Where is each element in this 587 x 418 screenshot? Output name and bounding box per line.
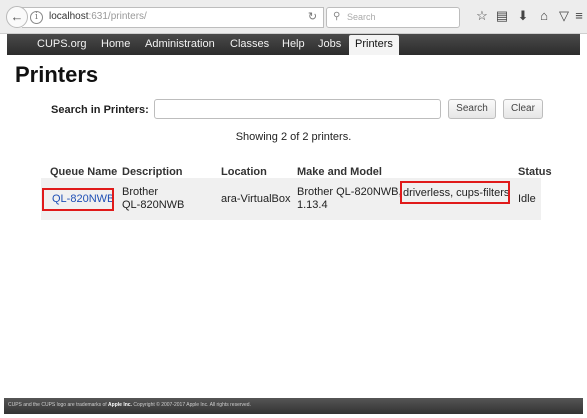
printer-search-input[interactable] (154, 99, 441, 119)
menu-icon[interactable]: ≡ (571, 8, 587, 24)
url-host: localhost (49, 11, 89, 22)
make-model-line-2: 1.13.4 (297, 199, 328, 211)
status-cell: Idle (518, 193, 536, 205)
home-icon[interactable]: ⌂ (536, 8, 552, 24)
header-location: Location (221, 166, 267, 178)
footer-apple-link[interactable]: Apple Inc. (108, 402, 132, 408)
footer-text: CUPS and the CUPS logo are trademarks of… (8, 402, 251, 408)
nav-help[interactable]: Help (282, 34, 305, 55)
nav-classes[interactable]: Classes (230, 34, 269, 55)
results-count: Showing 2 of 2 printers. (235, 131, 352, 143)
make-model-line-1: Brother QL-820NWB, (297, 186, 402, 198)
library-icon[interactable]: ▤ (494, 8, 510, 24)
star-icon[interactable]: ☆ (474, 8, 490, 24)
queue-highlight-box (42, 188, 114, 211)
browser-search-input[interactable]: ⚲ Search (326, 7, 460, 28)
page-title: Printers (15, 62, 99, 87)
back-arrow-icon[interactable]: ← (6, 6, 28, 28)
url-path: :631/printers/ (88, 11, 147, 22)
nav-administration[interactable]: Administration (145, 34, 215, 55)
browser-toolbar: i localhost:631/printers/ ← ↻ ⚲ Search ☆… (0, 0, 587, 34)
nav-home[interactable]: Home (101, 34, 130, 55)
description-line-2: QL-820NWB (122, 199, 185, 211)
browser-search-placeholder: Search (347, 12, 376, 22)
search-icon: ⚲ (333, 11, 341, 22)
header-description: Description (122, 166, 183, 178)
pocket-icon[interactable]: ▽ (556, 8, 572, 24)
url-text: localhost:631/printers/ (49, 11, 147, 22)
reload-icon[interactable]: ↻ (302, 7, 324, 28)
clear-button[interactable]: Clear (503, 99, 543, 119)
nav-cups-org[interactable]: CUPS.org (37, 34, 87, 55)
description-cell: Brother QL-820NWB (122, 186, 184, 212)
nav-printers[interactable]: Printers (349, 35, 399, 55)
location-cell: ara-VirtualBox (221, 193, 291, 205)
nav-jobs[interactable]: Jobs (318, 34, 341, 55)
header-make-and-model: Make and Model (297, 166, 382, 178)
header-status: Status (518, 166, 552, 178)
footer-text-1: CUPS and the CUPS logo are trademarks of (8, 402, 109, 408)
url-bar[interactable]: i localhost:631/printers/ (22, 7, 317, 28)
make-model-cell: Brother QL-820NWB, 1.13.4 (297, 186, 402, 212)
download-icon[interactable]: ⬇ (515, 8, 531, 24)
header-queue-name: Queue Name (50, 166, 118, 178)
footer-text-2: Copyright © 2007-2017 Apple Inc. All rig… (131, 402, 251, 408)
cups-nav-bar: CUPS.org Home Administration Classes Hel… (7, 34, 580, 55)
footer: CUPS and the CUPS logo are trademarks of… (4, 398, 583, 414)
drivers-highlight-box (400, 181, 510, 204)
description-line-1: Brother (122, 186, 159, 198)
search-button[interactable]: Search (448, 99, 496, 119)
info-icon[interactable]: i (30, 11, 43, 24)
search-label: Search in Printers: (51, 104, 149, 116)
